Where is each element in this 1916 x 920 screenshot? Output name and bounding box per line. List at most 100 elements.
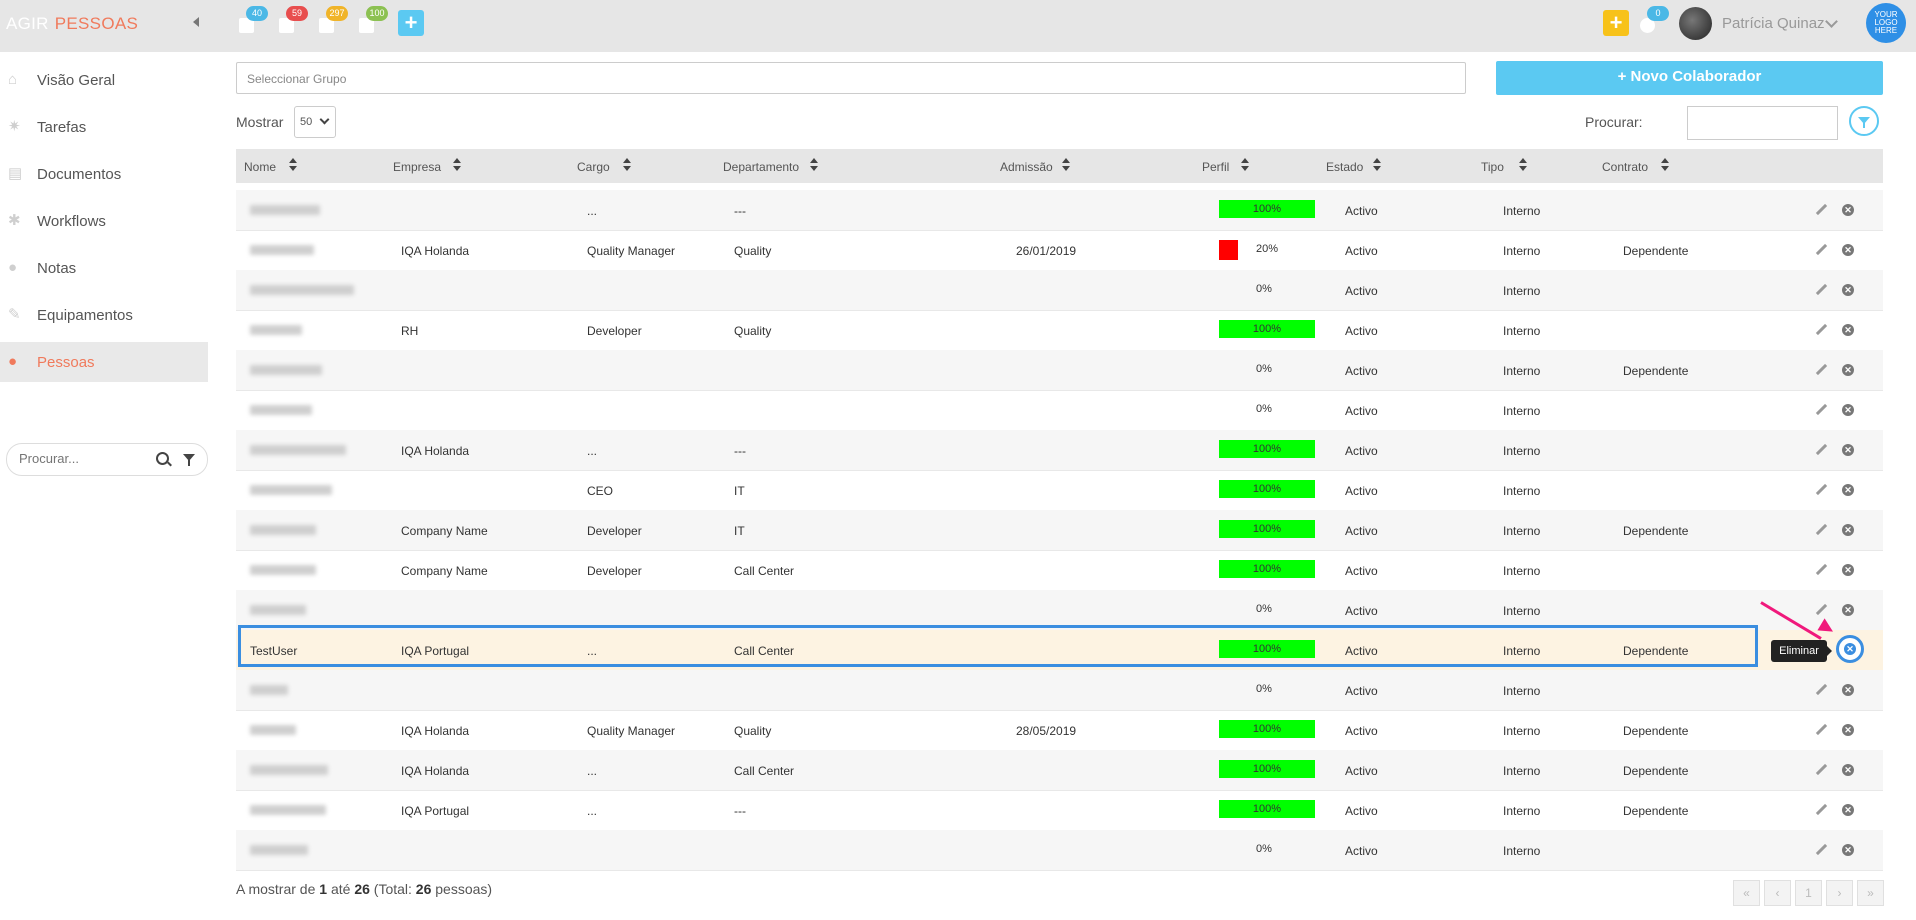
group-select[interactable]: Seleccionar Grupo: [236, 62, 1466, 94]
page-size-select[interactable]: 50: [294, 106, 336, 138]
column-header[interactable]: Perfil: [1202, 160, 1229, 174]
pagination-button[interactable]: 1: [1795, 880, 1822, 906]
sidebar-search-input[interactable]: [17, 450, 141, 467]
table-row[interactable]: 0% Activo Interno ✕: [236, 390, 1883, 431]
sort-icon[interactable]: [1519, 158, 1527, 172]
sort-icon[interactable]: [810, 158, 818, 172]
delete-icon[interactable]: ✕: [1842, 404, 1854, 416]
edit-icon[interactable]: [1815, 244, 1827, 256]
delete-icon[interactable]: ✕: [1842, 804, 1854, 816]
delete-icon[interactable]: ✕: [1842, 244, 1854, 256]
column-header[interactable]: Contrato: [1602, 160, 1648, 174]
cell-estado: Activo: [1345, 804, 1378, 818]
column-header[interactable]: Nome: [244, 160, 276, 174]
edit-icon[interactable]: [1815, 844, 1827, 856]
table-row[interactable]: RH Developer Quality 100% Activo Interno ✕: [236, 310, 1883, 351]
delete-icon[interactable]: ✕: [1842, 324, 1854, 336]
edit-icon[interactable]: [1815, 724, 1827, 736]
add-button[interactable]: +: [398, 10, 424, 36]
messages-icon[interactable]: 0: [1637, 6, 1669, 33]
table-row[interactable]: IQA Portugal... --- 100% Activo Interno Depen…: [236, 790, 1883, 831]
delete-icon[interactable]: ✕: [1842, 524, 1854, 536]
column-header[interactable]: Departamento: [723, 160, 799, 174]
pagination-button[interactable]: »: [1857, 880, 1884, 906]
edit-icon[interactable]: [1815, 404, 1827, 416]
edit-icon[interactable]: [1815, 324, 1827, 336]
table-row[interactable]: ... --- 100% Activo Interno ✕: [236, 190, 1883, 231]
edit-icon[interactable]: [1815, 484, 1827, 496]
edit-icon[interactable]: [1815, 804, 1827, 816]
table-row[interactable]: Company Name Developer IT 100% Activo Interno…: [236, 510, 1883, 551]
edit-icon[interactable]: [1815, 564, 1827, 576]
table-row[interactable]: IQA Holanda... --- 100% Activo Interno ✕: [236, 430, 1883, 471]
table-row[interactable]: 0% Activo Interno ✕: [236, 830, 1883, 871]
search-icon[interactable]: [156, 452, 169, 465]
delete-icon[interactable]: ✕: [1842, 684, 1854, 696]
table-row[interactable]: Company Name Developer Call Center 100% Acti…: [236, 550, 1883, 591]
chevron-down-icon[interactable]: [1825, 15, 1838, 28]
sidebar-item-documentos[interactable]: ▤ Documentos: [0, 154, 208, 194]
delete-icon[interactable]: ✕: [1842, 844, 1854, 856]
edit-icon[interactable]: [1815, 764, 1827, 776]
sidebar-item-equipamentos[interactable]: ✎ Equipamentos: [0, 295, 208, 335]
table-row[interactable]: IQA Holanda Quality Manager Quality 26/01/2…: [236, 230, 1883, 271]
column-header[interactable]: Cargo: [577, 160, 610, 174]
gear-icon[interactable]: 59: [276, 6, 308, 33]
new-collaborator-button[interactable]: + Novo Colaborador: [1496, 61, 1883, 95]
cell-tipo: Interno: [1503, 324, 1541, 338]
table-row[interactable]: 0% Activo Interno Dependente ✕: [236, 350, 1883, 391]
delete-icon[interactable]: ✕: [1842, 724, 1854, 736]
sort-icon[interactable]: [1661, 158, 1669, 172]
edit-icon[interactable]: [1815, 284, 1827, 296]
sort-icon[interactable]: [1241, 158, 1249, 172]
user-name[interactable]: Patrícia Quinaz: [1722, 15, 1825, 32]
table-row[interactable]: CEO IT 100% Activo Interno ✕: [236, 470, 1883, 511]
edit-icon[interactable]: [1815, 364, 1827, 376]
sort-icon[interactable]: [289, 158, 297, 172]
column-header[interactable]: Tipo: [1481, 160, 1504, 174]
table-search-input[interactable]: [1687, 106, 1838, 140]
sort-icon[interactable]: [1373, 158, 1381, 172]
column-header[interactable]: Empresa: [393, 160, 441, 174]
delete-icon[interactable]: ✕: [1842, 564, 1854, 576]
app-brand[interactable]: AGIR PESSOAS: [6, 14, 138, 34]
edit-icon[interactable]: [1815, 204, 1827, 216]
edit-icon[interactable]: [1815, 604, 1827, 616]
quick-add-button[interactable]: +: [1603, 10, 1629, 36]
column-header[interactable]: Estado: [1326, 160, 1363, 174]
sort-icon[interactable]: [623, 158, 631, 172]
pagination-button[interactable]: ‹: [1764, 880, 1791, 906]
sort-icon[interactable]: [453, 158, 461, 172]
delete-icon[interactable]: ✕: [1842, 484, 1854, 496]
table-row[interactable]: 0% Activo Interno ✕: [236, 270, 1883, 311]
edit-icon[interactable]: [1815, 444, 1827, 456]
sidebar-item-tarefas[interactable]: ✷ Tarefas: [0, 107, 208, 147]
sidebar-item-pessoas[interactable]: ● Pessoas: [0, 342, 208, 382]
delete-icon[interactable]: ✕: [1842, 604, 1854, 616]
filter-button[interactable]: [1849, 106, 1879, 136]
sidebar-item-workflows[interactable]: ✱ Workflows: [0, 201, 208, 241]
edit-icon[interactable]: [1815, 684, 1827, 696]
collapse-sidebar-icon[interactable]: [193, 17, 199, 27]
document-icon[interactable]: 297: [316, 6, 348, 33]
sidebar-item-notas[interactable]: ● Notas: [0, 248, 208, 288]
delete-icon[interactable]: ✕: [1842, 444, 1854, 456]
sidebar-item-vis-o-geral[interactable]: ⌂ Visão Geral: [0, 60, 208, 100]
table-row[interactable]: IQA Holanda... Call Center 100% Activo Inter…: [236, 750, 1883, 791]
edit-icon[interactable]: [1815, 524, 1827, 536]
calendar-icon[interactable]: 40: [236, 6, 268, 33]
table-row[interactable]: 0% Activo Interno ✕: [236, 670, 1883, 711]
delete-icon[interactable]: ✕: [1842, 204, 1854, 216]
pagination-button[interactable]: «: [1733, 880, 1760, 906]
bell-icon[interactable]: 100: [356, 6, 388, 33]
column-header[interactable]: Admissão: [1000, 160, 1053, 174]
delete-icon[interactable]: ✕: [1842, 764, 1854, 776]
sort-icon[interactable]: [1062, 158, 1070, 172]
delete-icon[interactable]: ✕: [1842, 284, 1854, 296]
delete-icon[interactable]: ✕: [1842, 364, 1854, 376]
pagination-button[interactable]: ›: [1826, 880, 1853, 906]
filter-icon[interactable]: [183, 454, 195, 466]
user-avatar[interactable]: [1679, 7, 1712, 40]
table-row[interactable]: IQA Holanda Quality Manager Quality 28/05/2…: [236, 710, 1883, 751]
delete-button-highlighted[interactable]: ✕: [1836, 635, 1864, 663]
